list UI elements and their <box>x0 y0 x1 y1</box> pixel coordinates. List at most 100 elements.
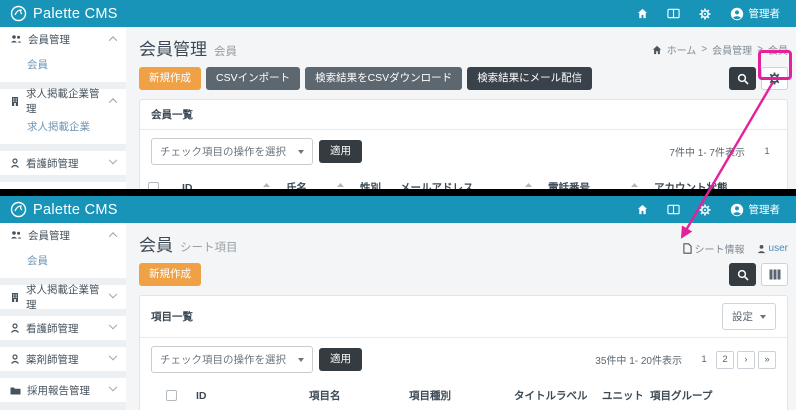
member-table: ID 氏名 性別 メールアドレス 電話番号 アカウント状態 ugu23n4c <box>140 173 787 189</box>
result-count: 7件中 1- 7件表示 <box>669 148 745 159</box>
column-header-phone[interactable]: 電話番号 <box>548 180 590 189</box>
select-all-checkbox[interactable] <box>166 390 177 402</box>
sidebar-label: 会員管理 <box>28 229 70 242</box>
home-icon[interactable] <box>637 204 648 215</box>
bulk-action-select[interactable]: チェック項目の操作を選択 <box>151 138 313 165</box>
screenshot-sheet-items: Palette CMS 管理者 会員管理 会員 求人掲載企業管理 看護師管理 薬… <box>0 196 796 410</box>
apply-button[interactable]: 適用 <box>319 348 362 371</box>
sheet-info-link[interactable]: シート情報 <box>682 241 745 256</box>
breadcrumb: ホーム > 会員管理 > 会員 <box>652 42 788 57</box>
home-icon[interactable] <box>637 8 648 19</box>
sidebar-item-job-company-management[interactable]: 求人掲載企業管理 <box>0 88 126 115</box>
page-title: 会員管理 会員 <box>139 40 237 59</box>
person-icon <box>11 354 19 364</box>
csv-download-button[interactable]: 検索結果をCSVダウンロード <box>305 67 463 90</box>
building-icon <box>12 97 18 106</box>
app-logo[interactable]: Palette CMS <box>10 5 118 22</box>
app-logo-text: Palette CMS <box>33 201 118 218</box>
pagination: 1 2 › » <box>695 350 776 369</box>
create-button[interactable]: 新規作成 <box>139 67 201 90</box>
page-subtitle: 会員 <box>214 46 237 58</box>
sidebar-label: 看護師管理 <box>26 322 79 335</box>
admin-account-menu[interactable]: 管理者 <box>730 6 780 21</box>
column-header-item-type: 項目種別 <box>401 381 506 410</box>
sort-icon[interactable] <box>337 182 344 190</box>
column-header-id: ID <box>188 381 301 410</box>
page-2[interactable]: 2 <box>716 350 734 369</box>
chevron-down-icon <box>108 382 118 392</box>
user-circle-icon <box>730 7 743 20</box>
manual-book-icon[interactable] <box>666 8 680 19</box>
select-all-checkbox[interactable] <box>148 182 159 189</box>
chevron-up-icon <box>108 36 118 45</box>
sidebar-label: 薬剤師管理 <box>26 187 79 190</box>
settings-gear-icon[interactable] <box>699 8 711 20</box>
sidebar-item-hiring-report-management[interactable]: 採用報告管理 <box>0 378 126 402</box>
person-icon <box>757 244 765 253</box>
sort-icon[interactable] <box>525 182 532 190</box>
member-list-panel: 会員一覧 チェック項目の操作を選択 適用 7件中 1- 7件表示 1 ID 氏名… <box>139 99 788 189</box>
sort-icon[interactable] <box>263 182 270 190</box>
columns-icon <box>769 269 780 280</box>
column-header-name[interactable]: 氏名 <box>286 180 307 189</box>
chevron-down-icon <box>108 351 118 361</box>
apply-button[interactable]: 適用 <box>319 140 362 163</box>
sidebar: 会員管理 会員 求人掲載企業管理 求人掲載企業 看護師管理 <box>0 27 126 189</box>
sidebar-item-job-company-management[interactable]: 求人掲載企業管理 <box>0 284 126 311</box>
mail-to-results-button[interactable]: 検索結果にメール配信 <box>467 67 593 90</box>
app-header: Palette CMS 管理者 <box>0 196 796 223</box>
next-page-button[interactable]: › <box>737 350 755 369</box>
manual-book-icon[interactable] <box>666 204 680 215</box>
sort-icon[interactable] <box>631 182 638 190</box>
breadcrumb-home[interactable]: ホーム <box>667 42 697 57</box>
sidebar-item-member-management[interactable]: 会員管理 <box>0 27 126 51</box>
search-button[interactable] <box>729 67 756 90</box>
sidebar-item-pharmacist-management[interactable]: 薬剤師管理 <box>0 182 126 189</box>
sidebar-subitem-member[interactable]: 会員 <box>0 247 126 278</box>
app-header: Palette CMS 管理者 <box>0 0 796 27</box>
breadcrumb-level1[interactable]: 会員管理 <box>712 42 752 57</box>
user-sheet-link[interactable]: user <box>757 243 788 254</box>
sidebar-label: 求人掲載企業管理 <box>26 88 100 115</box>
sheet-settings-gear-button[interactable] <box>761 67 788 90</box>
sidebar: 会員管理 会員 求人掲載企業管理 看護師管理 薬剤師管理 採用報告管理 <box>0 223 126 410</box>
sidebar-item-member-management[interactable]: 会員管理 <box>0 223 126 247</box>
sidebar-item-nurse-management[interactable]: 看護師管理 <box>0 316 126 340</box>
sidebar-subitem-member[interactable]: 会員 <box>0 51 126 82</box>
main-content: 会員管理 会員 ホーム > 会員管理 > 会員 新規作成 CSVインポート 検索結… <box>126 27 796 189</box>
page-number: 1 <box>764 146 770 157</box>
search-button[interactable] <box>729 263 756 286</box>
column-header-id[interactable]: ID <box>182 182 193 190</box>
caret-down-icon <box>760 314 766 319</box>
bulk-action-select[interactable]: チェック項目の操作を選択 <box>151 346 313 373</box>
settings-gear-icon[interactable] <box>699 204 711 216</box>
caret-down-icon <box>298 149 304 154</box>
last-page-button[interactable]: » <box>758 350 776 369</box>
sidebar-item-nurse-management[interactable]: 看護師管理 <box>0 151 126 175</box>
gear-icon <box>768 72 781 85</box>
sidebar-label: 薬剤師管理 <box>26 353 79 366</box>
column-view-button[interactable] <box>761 263 788 286</box>
person-icon <box>11 323 19 333</box>
sidebar-item-pharmacist-management[interactable]: 薬剤師管理 <box>0 347 126 371</box>
column-header-item-group: 項目グループ <box>642 381 742 410</box>
item-list-panel: 項目一覧 設定 チェック項目の操作を選択 適用 35件中 1- 20件表示 1 <box>139 295 788 410</box>
chevron-up-icon <box>108 98 118 107</box>
app-logo[interactable]: Palette CMS <box>10 201 118 218</box>
column-header-item-name: 項目名 <box>301 381 401 410</box>
create-button[interactable]: 新規作成 <box>139 263 201 286</box>
folder-icon <box>10 387 21 394</box>
csv-import-button[interactable]: CSVインポート <box>206 67 301 90</box>
settings-dropdown-button[interactable]: 設定 <box>722 303 776 330</box>
search-icon <box>737 73 749 85</box>
chevron-up-icon <box>108 232 118 241</box>
column-header-email[interactable]: メールアドレス <box>400 180 474 189</box>
page-subtitle: シート項目 <box>180 242 238 254</box>
sheet-item-table: ID 項目名 項目種別 タイトルラベル ユニット 項目グループ <box>140 381 787 410</box>
sheet-document-icon <box>682 243 692 254</box>
sidebar-label: 求人掲載企業管理 <box>26 284 100 311</box>
column-header-unit: ユニット <box>594 381 642 410</box>
sidebar-label: 採用報告管理 <box>27 384 90 397</box>
sidebar-subitem-job-company[interactable]: 求人掲載企業 <box>0 113 126 144</box>
admin-account-menu[interactable]: 管理者 <box>730 202 780 217</box>
